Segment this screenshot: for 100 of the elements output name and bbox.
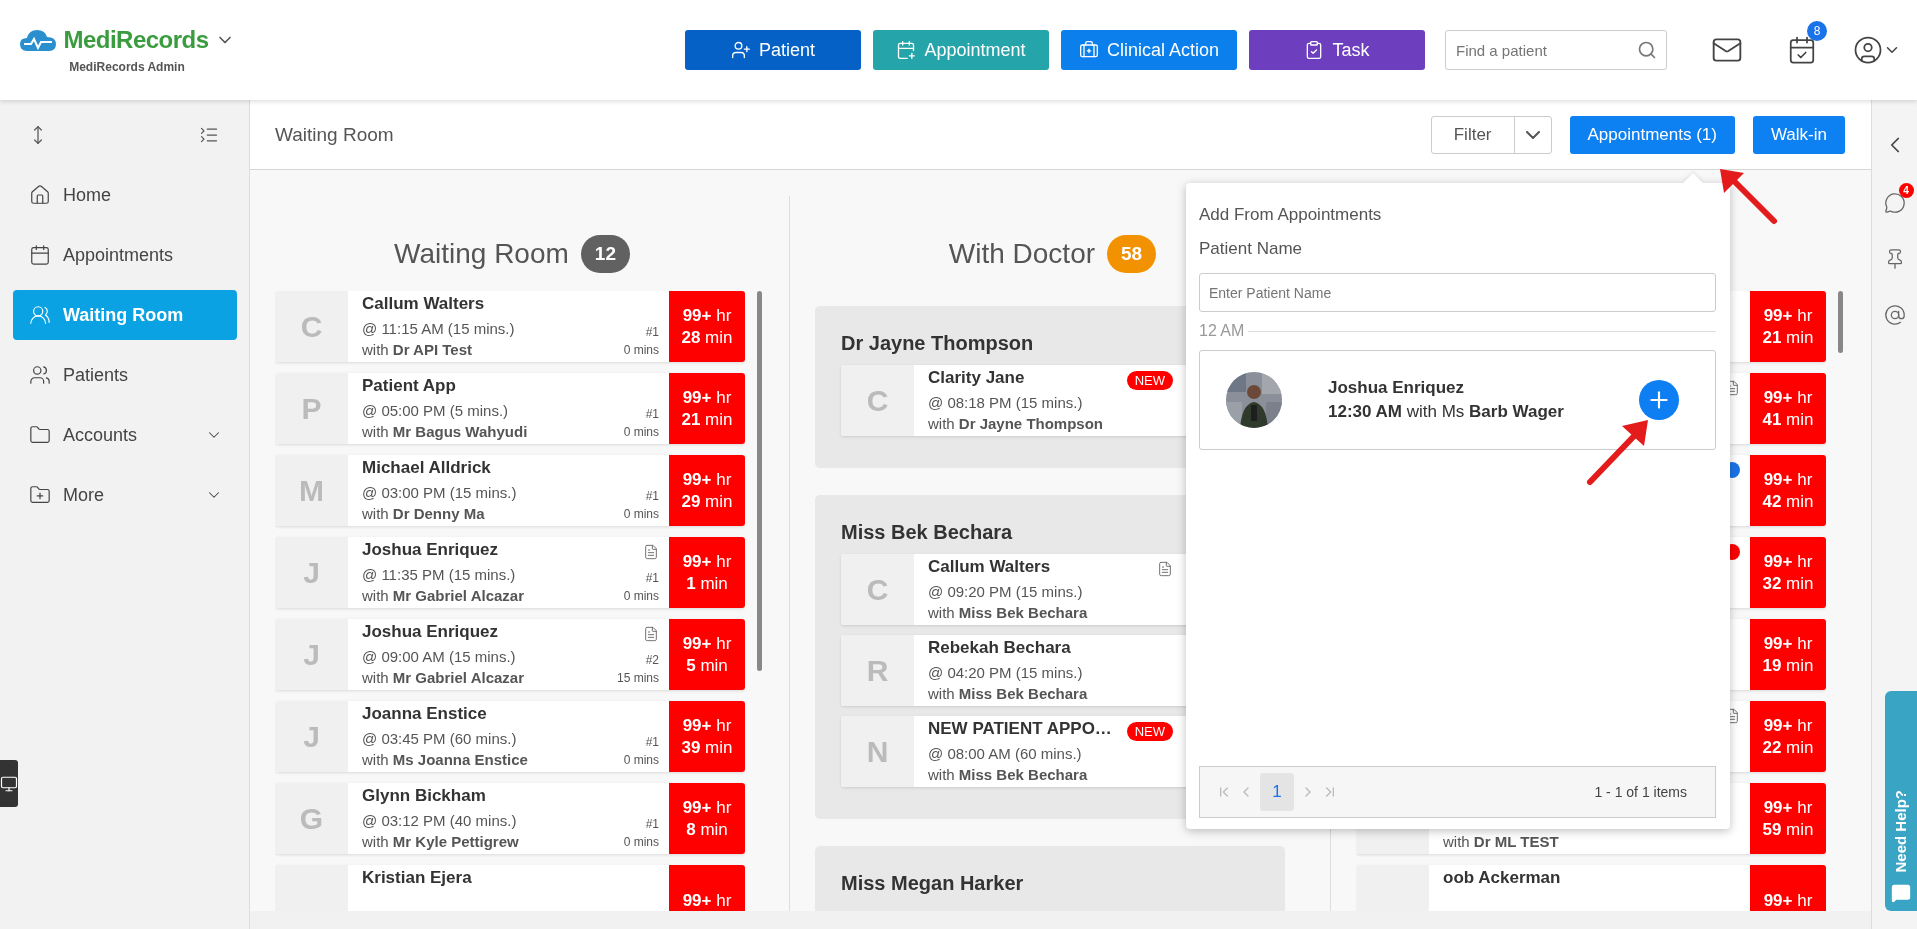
patient-name: Callum Walters — [928, 557, 1052, 578]
wait-duration: 0 mins — [623, 424, 659, 439]
wait-timer: 99+ hr 29 min — [669, 455, 745, 526]
appointment-time: @ 03:12 PM (40 mins.) — [362, 812, 518, 829]
notification-count: 4 — [1898, 183, 1914, 198]
appointment-time: @ 04:20 PM (15 mins.) — [928, 664, 1084, 681]
wait-timer: 99+ hr 19 min — [1750, 619, 1826, 690]
search-icon[interactable] — [1637, 40, 1657, 60]
people-icon — [29, 364, 51, 386]
sidebar-item[interactable]: Home — [13, 170, 237, 220]
appointment-time: @ 09:20 PM (15 mins.) — [928, 583, 1084, 600]
patient-name: Joanna Enstice — [362, 704, 488, 725]
folder-icon — [29, 424, 51, 446]
appointment-time: @ 03:00 PM (15 mins.) — [362, 484, 518, 501]
column-title: Waiting Room — [394, 238, 569, 270]
appointment-time: @ 08:18 PM (15 mins.) — [928, 394, 1084, 411]
toolbar-button[interactable]: Walk-in — [1752, 115, 1845, 154]
wait-timer: 99+ hr 8 min — [669, 783, 745, 854]
count-badge: 12 — [580, 235, 630, 273]
practitioner-text: with Mr Gabriel Alcazar — [362, 669, 525, 686]
account-name: MediRecords Admin — [69, 60, 185, 74]
sidebar-item[interactable]: Appointments — [13, 230, 237, 280]
mention-icon[interactable] — [1883, 304, 1906, 326]
patient-name: Joshua Enriquez — [362, 540, 500, 561]
section-label: 12 AM — [1199, 322, 1245, 340]
wait-timer: 99+ hr 42 min — [1750, 455, 1826, 526]
patient-name: Michael Alldrick — [362, 458, 492, 479]
user-icon[interactable] — [1853, 35, 1883, 65]
people-icon — [29, 304, 51, 326]
patient-name: Glynn Bickham — [362, 786, 487, 807]
medical-case-icon — [1078, 40, 1099, 60]
action-button[interactable]: Task — [1249, 30, 1425, 70]
wait-duration: 0 mins — [623, 588, 659, 603]
field-label: Patient Name — [1199, 239, 1303, 259]
practitioner-text: with Mr Kyle Pettigrew — [362, 833, 520, 850]
patient-name-field[interactable]: Enter Patient Name — [1199, 273, 1716, 312]
device-tab[interactable] — [0, 760, 18, 807]
queue-number: #1 — [645, 407, 659, 421]
collapse-icon[interactable] — [199, 125, 219, 145]
practitioner-text: with Miss Bek Bechara — [928, 604, 1089, 621]
calendar-plus-icon — [896, 40, 917, 60]
popover-title: Add From Appointments — [1199, 205, 1383, 225]
patient-name: oob Ackerman — [1443, 868, 1562, 889]
sidebar-item[interactable]: Accounts — [13, 410, 237, 460]
patient-card[interactable]: oob Ackerman 99+ hr — [1356, 865, 1826, 911]
folder-plus-icon — [29, 484, 51, 506]
patient-name: Kristian Ejera — [362, 868, 473, 889]
action-button[interactable]: Clinical Action — [1060, 30, 1237, 70]
wait-timer: 99+ hr — [1750, 865, 1826, 911]
pagination-summary: 1 - 1 of 1 items — [1594, 784, 1687, 800]
wait-timer: 99+ hr 28 min — [669, 291, 745, 362]
wait-timer: 99+ hr 39 min — [669, 701, 745, 772]
patient-card[interactable]: Kristian Ejera 99+ hr — [275, 865, 745, 911]
monitor-icon — [0, 774, 18, 793]
toolbar-button[interactable]: Appointments (1) — [1569, 115, 1735, 154]
new-badge: NEW — [1126, 721, 1173, 741]
sidebar-item[interactable]: More — [13, 470, 237, 520]
queue-number: #1 — [645, 325, 659, 339]
appointment-time: @ 05:00 PM (5 mins.) — [362, 402, 510, 419]
wait-timer: 99+ hr 41 min — [1750, 373, 1826, 444]
practitioner-text: with Mr Gabriel Alcazar — [362, 587, 525, 604]
wait-duration: 0 mins — [623, 342, 659, 357]
action-button[interactable]: Patient — [684, 30, 861, 70]
practitioner-text: with Miss Bek Bechara — [928, 766, 1089, 783]
pointer-arrow — [1720, 169, 1777, 224]
note-icon[interactable] — [1157, 561, 1173, 577]
patient-name: Clarity Jane — [928, 368, 1026, 389]
search-field[interactable]: Find a patient — [1445, 30, 1667, 70]
wait-timer: 99+ hr 59 min — [1750, 783, 1826, 854]
doctor-name: Dr Jayne Thompson — [841, 332, 1034, 355]
practitioner-text: with Miss Bek Bechara — [928, 685, 1089, 702]
queue-number: #1 — [645, 735, 659, 749]
wait-timer: 99+ hr 5 min — [669, 619, 745, 690]
column-title: With Doctor — [948, 238, 1096, 270]
wait-timer: 99+ hr 1 min — [669, 537, 745, 608]
practitioner-text: with Mr Bagus Wahyudi — [362, 423, 529, 440]
practitioner-text: with Dr ML TEST — [1443, 833, 1560, 850]
chevron-down-icon — [1525, 130, 1540, 139]
wait-duration: 0 mins — [623, 834, 659, 849]
queue-number: #1 — [645, 489, 659, 503]
pointer-arrow — [1587, 420, 1648, 485]
note-icon[interactable] — [643, 544, 659, 560]
appointment-time: @ 08:00 AM (60 mins.) — [928, 745, 1083, 762]
patient-name: NEW PATIENT APPO… — [928, 719, 1113, 740]
practitioner-text: with Dr Denny Ma — [362, 505, 486, 522]
wait-timer: 99+ hr 21 min — [669, 373, 745, 444]
calendar-icon — [29, 244, 51, 266]
calendar-icon[interactable] — [1787, 35, 1817, 65]
wait-timer: 99+ hr 21 min — [1750, 291, 1826, 362]
chat-icon[interactable] — [1883, 192, 1906, 214]
sidebar-item[interactable]: Patients — [13, 350, 237, 400]
queue-number: #1 — [645, 571, 659, 585]
chat-bubble-icon — [1890, 883, 1911, 903]
page-button[interactable]: 1 — [1260, 773, 1294, 811]
patient-name: Joshua Enriquez — [362, 622, 500, 643]
patient-name: Joshua Enriquez — [1328, 378, 1466, 398]
add-button[interactable] — [1639, 380, 1679, 420]
cloud-logo-icon — [19, 27, 58, 53]
note-icon[interactable] — [643, 626, 659, 642]
user-plus-icon — [730, 40, 751, 60]
